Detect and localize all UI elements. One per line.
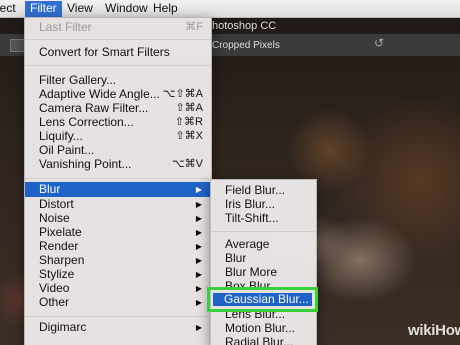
submenu-arrow-icon: ▶: [195, 242, 202, 251]
menu-item-other[interactable]: Other ▶: [25, 295, 211, 310]
watermark-wiki: wiki: [408, 322, 436, 339]
menu-item-iris-blur[interactable]: Iris Blur...: [211, 197, 316, 212]
watermark-how: How: [435, 322, 460, 339]
menu-item-blur-simple[interactable]: Blur: [211, 251, 316, 266]
submenu-arrow-icon: ▶: [195, 284, 202, 293]
menu-item-radial-blur[interactable]: Radial Blur...: [211, 335, 316, 345]
menu-item-sharpen[interactable]: Sharpen ▶: [25, 253, 211, 268]
menu-item-digimarc[interactable]: Digimarc ▶: [25, 320, 211, 335]
menu-separator: [25, 65, 211, 66]
menu-item-vanishing-point[interactable]: Vanishing Point... ⌥⌘V: [25, 157, 211, 172]
menu-item-noise[interactable]: Noise ▶: [25, 211, 211, 226]
menu-item-pixelate[interactable]: Pixelate ▶: [25, 225, 211, 240]
menu-item-camera-raw-filter[interactable]: Camera Raw Filter... ⇧⌘A: [25, 101, 211, 116]
wikihow-watermark: wikiHow: [408, 322, 460, 339]
photoshop-screen: lect Filter View Window Help hotoshop CC…: [0, 0, 460, 345]
menu-separator: [211, 231, 316, 232]
menu-item-field-blur[interactable]: Field Blur...: [211, 183, 316, 198]
submenu-arrow-icon: ▶: [195, 256, 202, 265]
submenu-arrow-icon: ▶: [195, 214, 202, 223]
menu-item-blur[interactable]: Blur ▶: [25, 182, 211, 197]
menu-item-motion-blur[interactable]: Motion Blur...: [211, 321, 316, 336]
submenu-arrow-icon: ▶: [195, 323, 202, 332]
menu-item-average[interactable]: Average: [211, 237, 316, 252]
menu-select[interactable]: lect: [0, 1, 16, 17]
callout-highlight-box: Gaussian Blur...: [207, 287, 318, 312]
blur-submenu: Field Blur... Iris Blur... Tilt-Shift...…: [210, 179, 317, 345]
menu-view[interactable]: View: [67, 1, 93, 17]
app-title: hotoshop CC: [212, 20, 277, 32]
menu-item-tilt-shift[interactable]: Tilt-Shift...: [211, 211, 316, 226]
menu-item-gaussian-blur[interactable]: Gaussian Blur...: [213, 293, 312, 306]
submenu-arrow-icon: ▶: [195, 228, 202, 237]
menu-item-stylize[interactable]: Stylize ▶: [25, 267, 211, 282]
menu-item-lens-correction[interactable]: Lens Correction... ⇧⌘R: [25, 115, 211, 130]
menu-item-liquify[interactable]: Liquify... ⇧⌘X: [25, 129, 211, 144]
menu-separator: [25, 316, 211, 317]
menu-item-oil-paint[interactable]: Oil Paint...: [25, 143, 211, 158]
submenu-arrow-icon: ▶: [195, 270, 202, 279]
menu-item-convert-smart-filters[interactable]: Convert for Smart Filters: [25, 45, 211, 60]
menu-item-adaptive-wide-angle[interactable]: Adaptive Wide Angle... ⌥⇧⌘A: [25, 87, 211, 102]
menu-help[interactable]: Help: [153, 1, 178, 17]
menu-window[interactable]: Window: [105, 1, 148, 17]
menu-separator: [25, 178, 211, 179]
menubar: lect Filter View Window Help: [0, 0, 460, 18]
menu-item-blur-more[interactable]: Blur More: [211, 265, 316, 280]
submenu-arrow-icon: ▶: [195, 185, 202, 194]
menu-filter[interactable]: Filter: [25, 1, 62, 17]
menu-separator: [25, 39, 211, 40]
menu-item-filter-gallery[interactable]: Filter Gallery...: [25, 73, 211, 88]
filter-menu: Last Filter ⌘F Convert for Smart Filters…: [24, 17, 212, 345]
reset-icon[interactable]: ↺: [374, 36, 384, 50]
delete-cropped-pixels-label[interactable]: Cropped Pixels: [212, 40, 280, 51]
menu-item-render[interactable]: Render ▶: [25, 239, 211, 254]
submenu-arrow-icon: ▶: [195, 298, 202, 307]
menu-item-last-filter: Last Filter ⌘F: [39, 20, 203, 34]
menu-item-distort[interactable]: Distort ▶: [25, 197, 211, 212]
submenu-arrow-icon: ▶: [195, 200, 202, 209]
menu-item-video[interactable]: Video ▶: [25, 281, 211, 296]
